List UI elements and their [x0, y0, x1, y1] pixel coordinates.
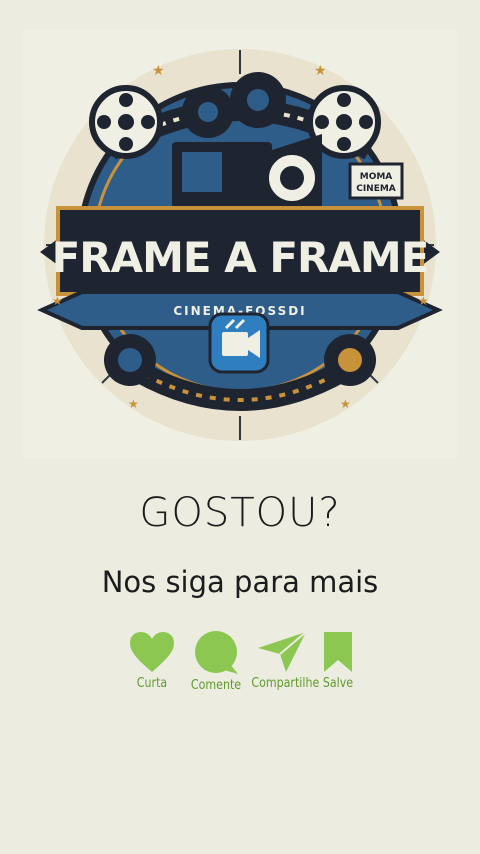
- like-label: Curta: [136, 676, 168, 691]
- svg-text:★: ★: [52, 294, 63, 308]
- svg-text:★: ★: [152, 63, 165, 79]
- save-button[interactable]: Salve: [316, 630, 360, 691]
- frame-a-frame-logo: MOMA CINEMA FRAME A FRAME CINEMA-FOSSDI …: [22, 30, 458, 458]
- action-bar: Curta Comente Compartilhe Salve: [126, 630, 358, 700]
- bookmark-icon: [324, 632, 352, 672]
- paper-plane-icon: [258, 631, 307, 672]
- share-label: Compartilhe: [251, 676, 320, 691]
- like-button[interactable]: Curta: [126, 630, 178, 691]
- speech-bubble-icon: [195, 631, 238, 674]
- film-reel-left: [89, 85, 163, 159]
- heart-icon: [130, 632, 174, 672]
- svg-text:★: ★: [128, 397, 139, 411]
- moma-cinema-badge: MOMA CINEMA: [348, 162, 404, 200]
- svg-text:MOMA: MOMA: [360, 172, 393, 182]
- share-button[interactable]: Compartilhe: [246, 630, 320, 691]
- video-camera-icon: [208, 312, 270, 374]
- logo-illustration: MOMA CINEMA FRAME A FRAME CINEMA-FOSSDI …: [37, 49, 443, 441]
- svg-text:★: ★: [314, 63, 327, 79]
- follow-prompt: Nos siga para mais: [101, 565, 379, 599]
- svg-text:★: ★: [340, 397, 351, 411]
- svg-text:CINEMA: CINEMA: [356, 184, 396, 194]
- comment-label: Comente: [190, 678, 242, 693]
- headline: GOSTOU?: [139, 490, 341, 536]
- logo-title: FRAME A FRAME: [52, 233, 429, 282]
- comment-button[interactable]: Comente: [186, 630, 246, 693]
- svg-text:★: ★: [418, 294, 429, 308]
- save-label: Salve: [322, 676, 354, 691]
